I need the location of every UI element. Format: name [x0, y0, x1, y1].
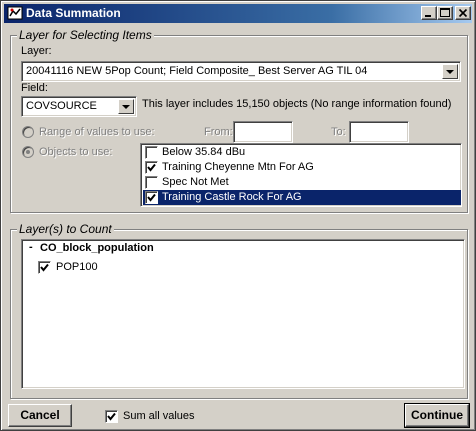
list-item[interactable]: Training Cheyenne Mtn For AG [143, 160, 461, 175]
list-item[interactable]: Spec Not Met [143, 175, 461, 190]
list-item[interactable]: Below 35.84 dBu [143, 145, 461, 160]
list-item-label: Training Castle Rock For AG [162, 191, 302, 203]
range-radio[interactable] [22, 126, 34, 138]
minimize-button[interactable] [421, 6, 437, 20]
list-item-label: Below 35.84 dBu [162, 146, 246, 158]
checkmark-icon [107, 412, 116, 421]
app-icon [7, 5, 23, 21]
field-combobox[interactable]: COVSOURCE [21, 96, 137, 117]
data-summation-window: Data Summation Layer for Selecting Items… [0, 0, 476, 431]
list-item-label: Training Cheyenne Mtn For AG [162, 161, 314, 173]
layer-value: 20041116 NEW 5Pop Count; Field Composite… [26, 65, 368, 77]
title-bar[interactable]: Data Summation [4, 4, 472, 23]
objects-radio[interactable] [22, 146, 34, 158]
object-checkbox[interactable] [145, 161, 158, 174]
chevron-down-icon[interactable] [442, 64, 458, 79]
from-label: From: [204, 126, 233, 138]
to-label: To: [331, 126, 346, 138]
object-checkbox[interactable] [145, 176, 158, 189]
chevron-down-icon[interactable] [118, 99, 134, 114]
pop100-checkbox[interactable] [38, 261, 51, 274]
layers-to-count-group-title: Layer(s) to Count [17, 222, 114, 236]
range-label: Range of values to use: [39, 126, 155, 138]
object-checkbox[interactable] [145, 191, 158, 204]
maximize-button[interactable] [437, 6, 453, 20]
object-checkbox[interactable] [145, 146, 158, 159]
from-input[interactable] [233, 121, 293, 143]
cancel-button[interactable]: Cancel [8, 404, 72, 427]
layer-combobox[interactable]: 20041116 NEW 5Pop Count; Field Composite… [21, 61, 461, 82]
checkmark-icon [147, 163, 156, 172]
list-item-label: Spec Not Met [162, 176, 229, 188]
close-button[interactable] [455, 6, 471, 20]
sum-all-label: Sum all values [123, 410, 195, 422]
field-value: COVSOURCE [26, 100, 97, 112]
objects-checklist[interactable]: Below 35.84 dBu Training Cheyenne Mtn Fo… [140, 143, 462, 207]
tree-child-label[interactable]: POP100 [56, 261, 98, 273]
objects-label: Objects to use: [39, 146, 113, 158]
tree-root-label[interactable]: CO_block_population [40, 242, 154, 254]
layer-info-text: This layer includes 15,150 objects (No r… [142, 98, 452, 110]
layers-tree[interactable]: - CO_block_population POP100 [21, 239, 465, 389]
checkmark-icon [40, 263, 49, 272]
window-title: Data Summation [26, 6, 121, 20]
to-input[interactable] [349, 121, 409, 143]
layer-label: Layer: [21, 45, 52, 57]
list-item-selected[interactable]: Training Castle Rock For AG [143, 190, 461, 205]
sum-all-checkbox[interactable] [105, 410, 118, 423]
layer-selection-group-title: Layer for Selecting Items [17, 28, 154, 42]
continue-button[interactable]: Continue [404, 403, 470, 428]
checkmark-icon [147, 193, 156, 202]
tree-expander[interactable]: - [29, 241, 33, 253]
field-label: Field: [21, 82, 48, 94]
